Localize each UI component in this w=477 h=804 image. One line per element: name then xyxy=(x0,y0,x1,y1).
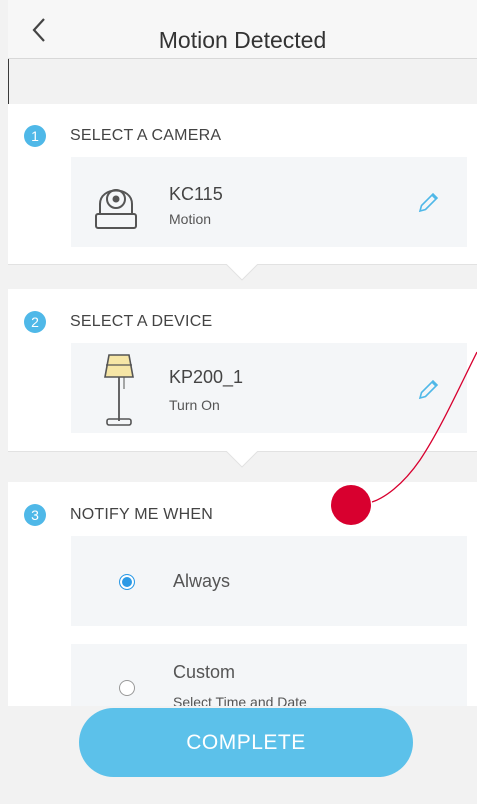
option-always[interactable]: Always xyxy=(71,536,467,626)
camera-icon xyxy=(95,189,137,229)
device-card[interactable]: KP200_1 Turn On xyxy=(71,343,467,433)
edit-camera-button[interactable] xyxy=(415,190,441,216)
device-action: Turn On xyxy=(169,397,220,413)
device-name: KP200_1 xyxy=(169,367,244,387)
floor-lamp-icon xyxy=(104,354,134,426)
app-frame: Motion Detected 1 SELECT A CAMERA KC115 … xyxy=(8,0,477,804)
complete-button[interactable]: COMPLETE xyxy=(79,708,413,777)
section-divider xyxy=(8,451,477,483)
divider-notch xyxy=(226,451,258,468)
section-select-camera: 1 SELECT A CAMERA KC115 Motion xyxy=(8,104,477,264)
section-title: SELECT A DEVICE xyxy=(70,313,213,330)
option-label: Always xyxy=(173,571,231,591)
header: Motion Detected xyxy=(8,0,477,59)
camera-name: KC115 xyxy=(169,184,223,204)
page-title: Motion Detected xyxy=(158,27,327,53)
camera-trigger: Motion xyxy=(169,211,212,227)
section-select-device: 2 SELECT A DEVICE KP200_1 Turn On xyxy=(8,289,477,451)
section-title: NOTIFY ME WHEN xyxy=(70,506,213,523)
section-notify: 3 NOTIFY ME WHEN Always Custom Select Ti… xyxy=(8,482,477,724)
divider-notch xyxy=(226,264,258,281)
pencil-icon xyxy=(418,192,439,213)
section-divider xyxy=(8,264,477,290)
edit-device-button[interactable] xyxy=(415,377,441,403)
section-header: 3 NOTIFY ME WHEN xyxy=(24,503,213,527)
step-number-badge: 2 xyxy=(24,311,46,333)
radio-unselected[interactable] xyxy=(119,680,135,696)
step-number-badge: 3 xyxy=(24,504,46,526)
camera-card[interactable]: KC115 Motion xyxy=(71,157,467,247)
section-header: 1 SELECT A CAMERA xyxy=(24,124,221,148)
section-header: 2 SELECT A DEVICE xyxy=(24,310,212,334)
pencil-icon xyxy=(418,379,439,400)
radio-selected[interactable] xyxy=(119,574,135,590)
section-title: SELECT A CAMERA xyxy=(70,127,222,144)
step-number-badge: 1 xyxy=(24,125,46,147)
option-label: Custom xyxy=(173,662,236,682)
